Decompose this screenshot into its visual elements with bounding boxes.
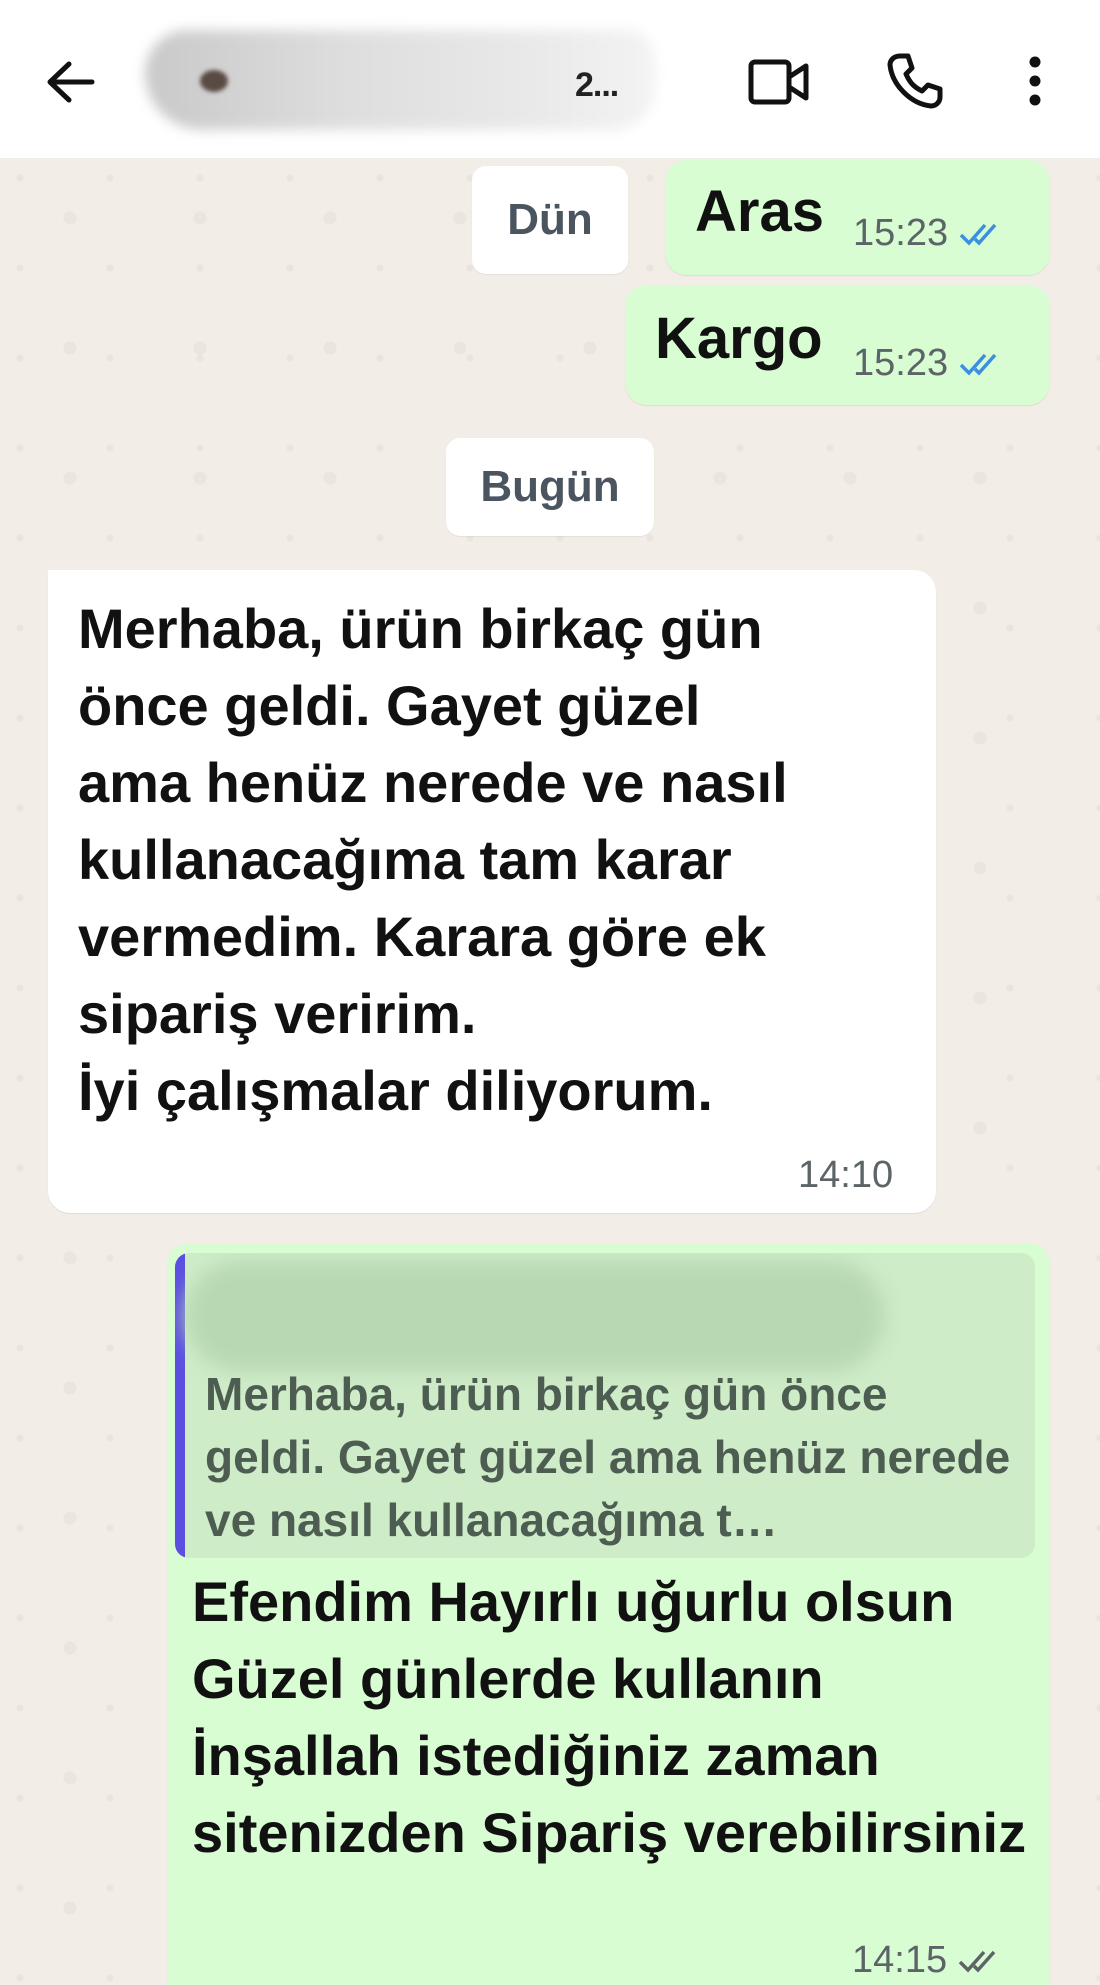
message-bubble-outgoing[interactable]: Aras 15:23	[665, 160, 1050, 275]
message-bubble-outgoing-reply[interactable]: Merhaba, ürün birkaç gün önce geldi. Gay…	[167, 1243, 1050, 1985]
message-text: Aras	[695, 179, 824, 244]
quote-accent-bar	[175, 1253, 185, 1558]
message-meta: 15:23	[853, 212, 1004, 255]
message-time: 15:23	[853, 342, 949, 384]
message-time: 14:15	[852, 1939, 948, 1981]
contact-name: 2...	[575, 66, 619, 104]
message-text: Efendim Hayırlı uğurlu olsun Güzel günle…	[192, 1570, 1027, 1864]
message-meta: 14:10	[798, 1154, 893, 1197]
read-receipt-icon	[958, 221, 1004, 247]
redacted-avatar	[200, 70, 228, 92]
chat-header: 2...	[0, 0, 1100, 158]
message-meta: 15:23	[853, 342, 1004, 385]
redacted-quote-author	[185, 1261, 885, 1371]
message-time: 15:23	[853, 212, 949, 254]
date-divider-yesterday: Dün	[472, 166, 628, 274]
message-text: Merhaba, ürün birkaç gün önce geldi. Gay…	[78, 597, 788, 1122]
message-time: 14:10	[798, 1154, 894, 1196]
quoted-message[interactable]: Merhaba, ürün birkaç gün önce geldi. Gay…	[175, 1253, 1035, 1558]
video-call-icon[interactable]	[745, 48, 813, 116]
phone-icon[interactable]	[880, 46, 950, 116]
delivered-receipt-icon	[957, 1948, 1003, 1974]
message-text: Kargo	[655, 306, 823, 371]
read-receipt-icon	[958, 351, 1004, 377]
message-bubble-incoming[interactable]: Merhaba, ürün birkaç gün önce geldi. Gay…	[48, 570, 936, 1213]
message-meta: 14:15	[852, 1939, 1003, 1982]
quoted-text: Merhaba, ürün birkaç gün önce geldi. Gay…	[205, 1368, 1011, 1546]
contact-name-area[interactable]: 2...	[145, 22, 665, 140]
more-vert-icon[interactable]	[1010, 46, 1060, 116]
message-bubble-outgoing[interactable]: Kargo 15:23	[625, 285, 1050, 405]
back-arrow-icon[interactable]	[38, 50, 102, 114]
date-divider-today: Bugün	[446, 438, 654, 536]
